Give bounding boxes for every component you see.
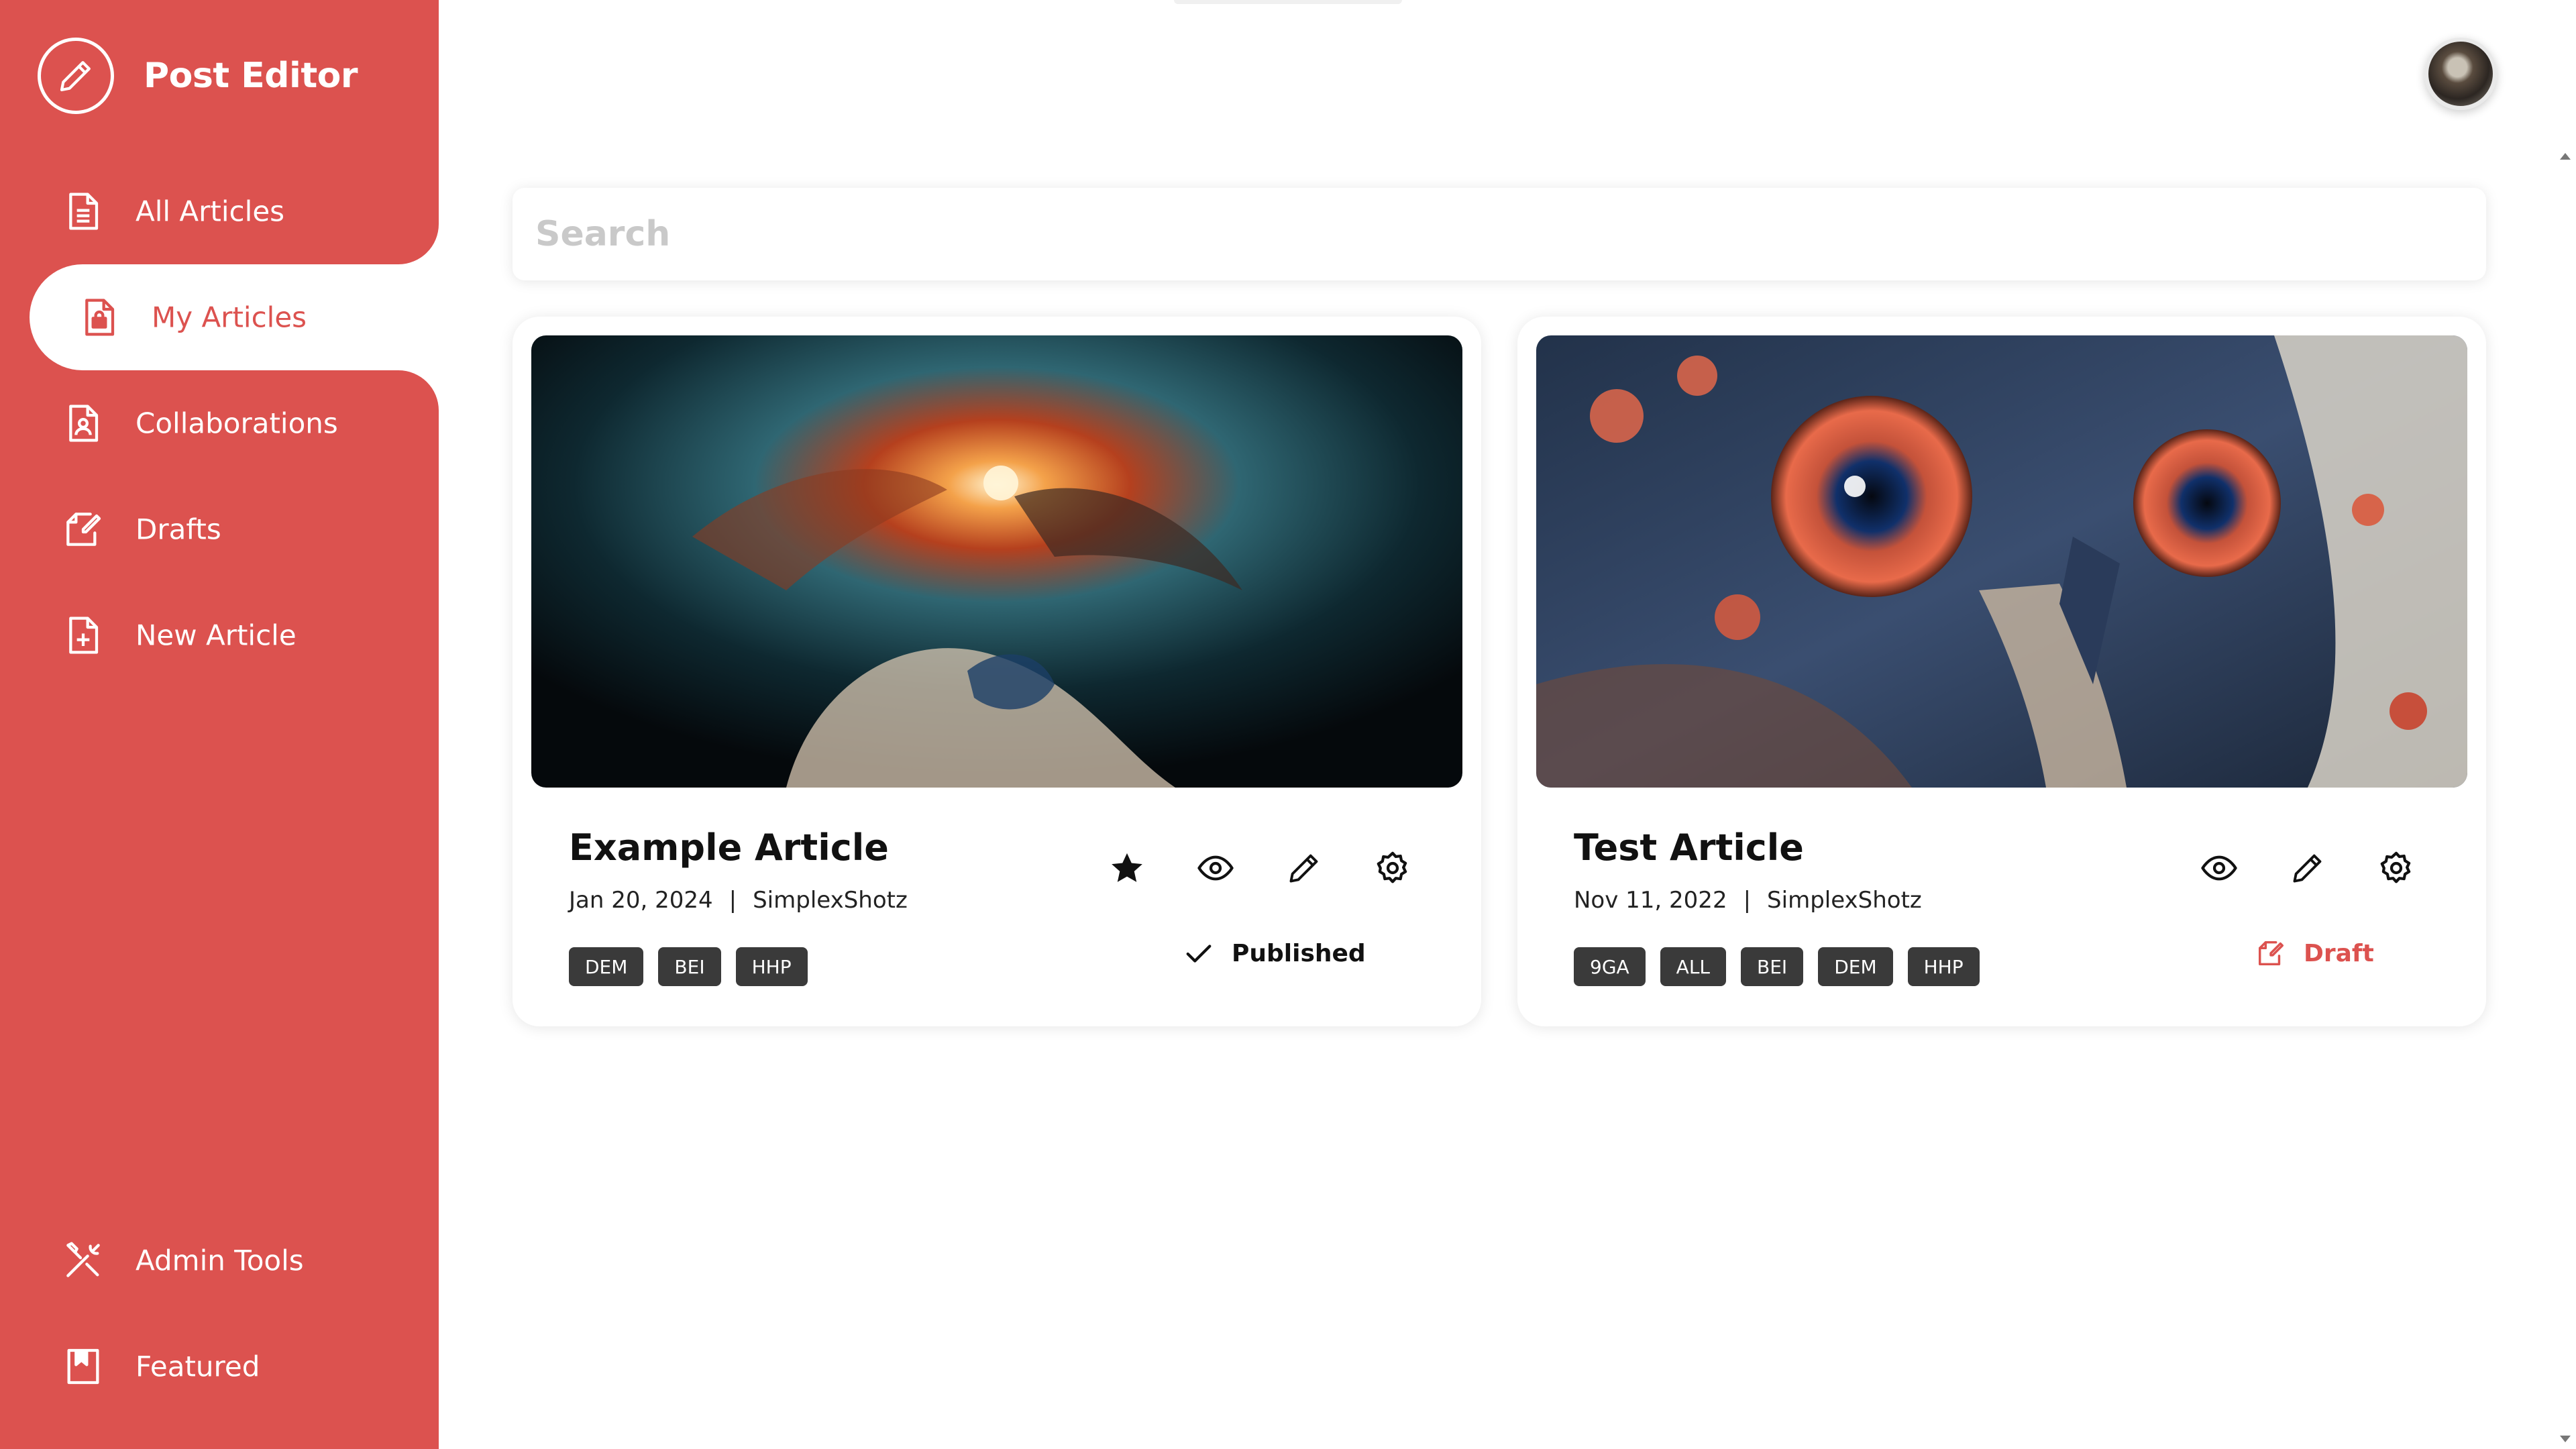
pencil-logo-icon xyxy=(38,38,114,114)
article-title[interactable]: Test Article xyxy=(1574,826,1804,869)
sidebar-item-label: Admin Tools xyxy=(136,1244,304,1277)
article-thumbnail[interactable] xyxy=(531,335,1462,788)
status-label: Draft xyxy=(2304,939,2374,967)
article-author: SimplexShotz xyxy=(753,887,908,914)
article-card[interactable]: Example Article Jan 20, 2024 | SimplexShot… xyxy=(513,317,1481,1026)
status-published: Published xyxy=(1183,938,1366,969)
sidebar-item-label: Collaborations xyxy=(136,407,338,440)
article-title[interactable]: Example Article xyxy=(569,826,889,869)
sidebar-item-collaborations[interactable]: Collaborations xyxy=(0,370,439,476)
sidebar-item-admin-tools[interactable]: Admin Tools xyxy=(0,1208,439,1313)
view-icon[interactable] xyxy=(2198,847,2241,890)
sidebar-item-featured[interactable]: Featured xyxy=(0,1313,439,1419)
tag[interactable]: 9GA xyxy=(1574,947,1646,986)
article-actions xyxy=(2198,847,2418,890)
top-handle xyxy=(1174,0,1402,4)
sidebar-item-label: Drafts xyxy=(136,513,221,546)
user-avatar[interactable] xyxy=(2424,38,2497,110)
article-tags: DEM BEI HHP xyxy=(569,947,808,986)
settings-icon[interactable] xyxy=(1371,847,1414,890)
sidebar-item-label: Featured xyxy=(136,1350,260,1383)
brand[interactable]: Post Editor xyxy=(38,38,358,114)
owl-image xyxy=(1536,335,2467,788)
view-icon[interactable] xyxy=(1194,847,1237,890)
document-icon xyxy=(69,193,99,230)
app-title: Post Editor xyxy=(144,56,358,96)
tag[interactable]: HHP xyxy=(735,947,808,986)
scroll-down-arrow-icon[interactable] xyxy=(2560,1436,2571,1442)
check-icon xyxy=(1186,945,1212,963)
status-label: Published xyxy=(1232,939,1366,967)
add-document-icon xyxy=(69,616,99,654)
draft-icon xyxy=(2258,941,2284,966)
article-actions xyxy=(1106,847,1414,890)
tag[interactable]: HHP xyxy=(1907,947,1980,986)
user-document-icon xyxy=(69,405,99,442)
article-thumbnail[interactable] xyxy=(1536,335,2467,788)
sidebar-item-drafts[interactable]: Drafts xyxy=(0,476,439,582)
article-author: SimplexShotz xyxy=(1767,887,1922,914)
nebula-image xyxy=(531,335,1462,788)
article-meta: Jan 20, 2024 | SimplexShotz xyxy=(569,887,908,914)
locked-document-icon xyxy=(85,299,115,336)
article-date: Nov 11, 2022 xyxy=(1574,887,1727,914)
star-icon[interactable] xyxy=(1106,847,1148,890)
edit-icon[interactable] xyxy=(2286,847,2329,890)
meta-separator: | xyxy=(1743,887,1752,914)
sidebar-item-all-articles[interactable]: All Articles xyxy=(0,158,439,264)
tag[interactable]: BEI xyxy=(1741,947,1804,986)
draft-icon xyxy=(66,513,101,546)
article-card[interactable]: Test Article Nov 11, 2022 | SimplexShotz 9… xyxy=(1517,317,2486,1026)
scroll-up-arrow-icon[interactable] xyxy=(2560,153,2571,160)
sidebar-item-label: All Articles xyxy=(136,195,285,228)
article-tags: 9GA ALL BEI DEM HHP xyxy=(1574,947,1980,986)
sidebar-item-label: New Article xyxy=(136,619,297,652)
tag[interactable]: DEM xyxy=(569,947,644,986)
tag[interactable]: DEM xyxy=(1818,947,1893,986)
sidebar: Post Editor All Articles My Articles Col… xyxy=(0,0,439,1449)
tag[interactable]: BEI xyxy=(658,947,721,986)
search-input[interactable] xyxy=(513,188,2486,280)
edit-icon[interactable] xyxy=(1283,847,1326,890)
tag[interactable]: ALL xyxy=(1660,947,1727,986)
meta-separator: | xyxy=(729,887,737,914)
settings-icon[interactable] xyxy=(2375,847,2418,890)
sidebar-item-my-articles[interactable]: My Articles xyxy=(30,264,439,370)
bookmark-icon xyxy=(67,1348,99,1385)
sidebar-item-new-article[interactable]: New Article xyxy=(0,582,439,688)
article-date: Jan 20, 2024 xyxy=(569,887,713,914)
status-draft: Draft xyxy=(2255,938,2374,969)
sidebar-item-label: My Articles xyxy=(152,301,307,334)
tools-icon xyxy=(66,1242,100,1277)
article-meta: Nov 11, 2022 | SimplexShotz xyxy=(1574,887,1922,914)
